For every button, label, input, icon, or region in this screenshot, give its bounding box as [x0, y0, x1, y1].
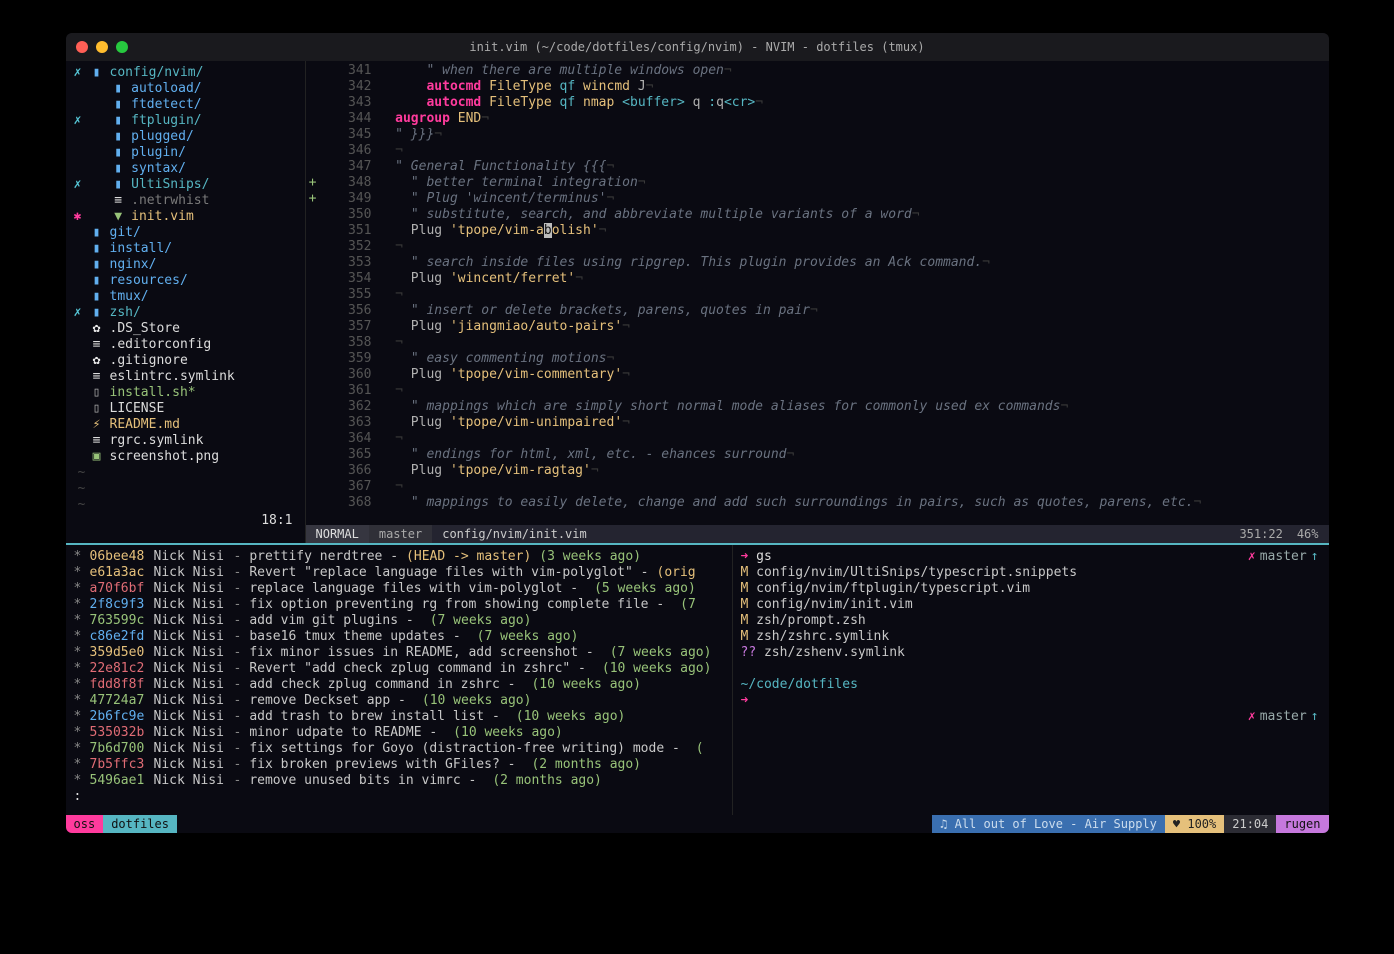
mode-indicator: NORMAL	[306, 525, 369, 543]
tree-item[interactable]: ✗▮config/nvim/	[72, 65, 299, 81]
tree-item[interactable]: ≡eslintrc.symlink	[72, 369, 299, 385]
tree-item[interactable]: ▯LICENSE	[72, 401, 299, 417]
code-line[interactable]: +348 " better terminal integration¬	[306, 175, 1329, 191]
git-status-file[interactable]: M config/nvim/ftplugin/typescript.vim	[741, 581, 1321, 597]
git-status-file[interactable]: M config/nvim/UltiSnips/typescript.snipp…	[741, 565, 1321, 581]
code-line[interactable]: 342 autocmd FileType qf wincmd J¬	[306, 79, 1329, 95]
tree-item[interactable]: ≡.editorconfig	[72, 337, 299, 353]
code-line[interactable]: 345 " }}}¬	[306, 127, 1329, 143]
git-log-entry[interactable]: *763599cNick Nisi-add vim git plugins - …	[74, 613, 724, 629]
code-line[interactable]: 364 ¬	[306, 431, 1329, 447]
titlebar: init.vim (~/code/dotfiles/config/nvim) -…	[66, 33, 1329, 61]
code-line[interactable]: 358 ¬	[306, 335, 1329, 351]
statusbar: NORMAL master config/nvim/init.vim 351:2…	[306, 525, 1329, 543]
cwd: ~/code/dotfiles	[741, 677, 1321, 693]
tree-item[interactable]: ✿.DS_Store	[72, 321, 299, 337]
code-line[interactable]: 360 Plug 'tpope/vim-commentary'¬	[306, 367, 1329, 383]
cursor-position: 351:22	[1239, 525, 1282, 543]
git-status-file[interactable]: ?? zsh/zshenv.symlink	[741, 645, 1321, 661]
git-log-entry[interactable]: *359d5e0Nick Nisi-fix minor issues in RE…	[74, 645, 724, 661]
code-line[interactable]: 343 autocmd FileType qf nmap <buffer> q …	[306, 95, 1329, 111]
tree-item[interactable]: ▣screenshot.png	[72, 449, 299, 465]
tree-item[interactable]: ≡rgrc.symlink	[72, 433, 299, 449]
workspace: ✗▮config/nvim/ ▮autoload/ ▮ftdetect/✗ ▮f…	[66, 61, 1329, 833]
git-status-file[interactable]: M zsh/zshrc.symlink	[741, 629, 1321, 645]
code-line[interactable]: 354 Plug 'wincent/ferret'¬	[306, 271, 1329, 287]
git-log-entry[interactable]: *fdd8f8fNick Nisi-add check zplug comman…	[74, 677, 724, 693]
prompt-line[interactable]: ➜ ✗master↑	[741, 693, 1321, 709]
code-line[interactable]: 353 " search inside files using ripgrep.…	[306, 255, 1329, 271]
tree-item[interactable]: ▮tmux/	[72, 289, 299, 305]
tree-item[interactable]: ▮autoload/	[72, 81, 299, 97]
git-log-entry[interactable]: *22e81c2Nick Nisi-Revert "add check zplu…	[74, 661, 724, 677]
code-line[interactable]: 355 ¬	[306, 287, 1329, 303]
code-line[interactable]: 347 " General Functionality {{{¬	[306, 159, 1329, 175]
tree-item[interactable]: ▮resources/	[72, 273, 299, 289]
code-line[interactable]: 363 Plug 'tpope/vim-unimpaired'¬	[306, 415, 1329, 431]
git-log-entry[interactable]: *06bee48Nick Nisi-prettify nerdtree - (H…	[74, 549, 724, 565]
code-line[interactable]: 361 ¬	[306, 383, 1329, 399]
git-log-entry[interactable]: *5496ae1Nick Nisi-remove unused bits in …	[74, 773, 724, 789]
tree-item[interactable]: ≡.netrwhist	[72, 193, 299, 209]
code-line[interactable]: 346 ¬	[306, 143, 1329, 159]
editor[interactable]: 341 " when there are multiple windows op…	[306, 61, 1329, 543]
terminal-window: init.vim (~/code/dotfiles/config/nvim) -…	[66, 33, 1329, 833]
tree-item[interactable]: ▮ftdetect/	[72, 97, 299, 113]
code-line[interactable]: 362 " mappings which are simply short no…	[306, 399, 1329, 415]
git-log-entry[interactable]: *47724a7Nick Nisi-remove Deckset app - (…	[74, 693, 724, 709]
code-line[interactable]: 365 " endings for html, xml, etc. - ehan…	[306, 447, 1329, 463]
git-log-entry[interactable]: *7b6d700Nick Nisi-fix settings for Goyo …	[74, 741, 724, 757]
tmux-window[interactable]: dotfiles	[103, 815, 177, 833]
git-log-entry[interactable]: *e61a3acNick Nisi-Revert "replace langua…	[74, 565, 724, 581]
code-line[interactable]: 366 Plug 'tpope/vim-ragtag'¬	[306, 463, 1329, 479]
scroll-percent: 46%	[1297, 525, 1319, 543]
code-line[interactable]: 344 augroup END¬	[306, 111, 1329, 127]
code-line[interactable]: 367 ¬	[306, 479, 1329, 495]
git-status-file[interactable]: M zsh/prompt.zsh	[741, 613, 1321, 629]
git-status-pane[interactable]: ➜ gs✗master↑ M config/nvim/UltiSnips/typ…	[733, 545, 1329, 815]
tree-item[interactable]: ▮install/	[72, 241, 299, 257]
tree-item[interactable]: ✗▮zsh/	[72, 305, 299, 321]
code-line[interactable]: +349 " Plug 'wincent/terminus'¬	[306, 191, 1329, 207]
code-line[interactable]: 352 ¬	[306, 239, 1329, 255]
tree-item[interactable]: ▮nginx/	[72, 257, 299, 273]
git-log-entry[interactable]: *a70f6bfNick Nisi-replace language files…	[74, 581, 724, 597]
tmux-statusbar: oss dotfiles ♫ All out of Love - Air Sup…	[66, 815, 1329, 833]
tree-item[interactable]: ▮plugged/	[72, 129, 299, 145]
window-title: init.vim (~/code/dotfiles/config/nvim) -…	[66, 40, 1329, 54]
git-log-entry[interactable]: *535032bNick Nisi-minor udpate to README…	[74, 725, 724, 741]
code-line[interactable]: 357 Plug 'jiangmiao/auto-pairs'¬	[306, 319, 1329, 335]
tree-item[interactable]: ✗ ▮ftplugin/	[72, 113, 299, 129]
file-tree[interactable]: ✗▮config/nvim/ ▮autoload/ ▮ftdetect/✗ ▮f…	[66, 61, 306, 543]
tmux-session[interactable]: oss	[66, 815, 104, 833]
tree-item[interactable]: ⚡README.md	[72, 417, 299, 433]
tree-item[interactable]: ▮plugin/	[72, 145, 299, 161]
code-line[interactable]: 341 " when there are multiple windows op…	[306, 63, 1329, 79]
code-line[interactable]: 351 Plug 'tpope/vim-abolish'¬	[306, 223, 1329, 239]
tree-item[interactable]: ✿.gitignore	[72, 353, 299, 369]
tree-item[interactable]: ▮syntax/	[72, 161, 299, 177]
tree-item[interactable]: ▯install.sh*	[72, 385, 299, 401]
code-line[interactable]: 368 " mappings to easily delete, change …	[306, 495, 1329, 511]
tree-item[interactable]: ▮git/	[72, 225, 299, 241]
prompt-line: ➜ gs✗master↑	[741, 549, 1321, 565]
file-path: config/nvim/init.vim	[432, 525, 1215, 543]
now-playing: ♫ All out of Love - Air Supply	[932, 815, 1165, 833]
code-line[interactable]: 359 " easy commenting motions¬	[306, 351, 1329, 367]
battery-indicator: ♥ 100%	[1165, 815, 1224, 833]
code-line[interactable]: 350 " substitute, search, and abbreviate…	[306, 207, 1329, 223]
git-log-pane[interactable]: *06bee48Nick Nisi-prettify nerdtree - (H…	[66, 545, 733, 815]
clock: 21:04	[1224, 815, 1276, 833]
tree-item[interactable]: ✱ ▼init.vim	[72, 209, 299, 225]
tree-status: 18:1	[72, 513, 299, 529]
git-log-entry[interactable]: *c86e2fdNick Nisi-base16 tmux theme upda…	[74, 629, 724, 645]
git-status-file[interactable]: M config/nvim/init.vim	[741, 597, 1321, 613]
git-log-entry[interactable]: *7b5ffc3Nick Nisi-fix broken previews wi…	[74, 757, 724, 773]
tree-item[interactable]: ✗ ▮UltiSnips/	[72, 177, 299, 193]
git-log-entry[interactable]: *2f8c9f3Nick Nisi-fix option preventing …	[74, 597, 724, 613]
branch-indicator: master	[369, 525, 432, 543]
code-line[interactable]: 356 " insert or delete brackets, parens,…	[306, 303, 1329, 319]
git-log-entry[interactable]: *2b6fc9eNick Nisi-add trash to brew inst…	[74, 709, 724, 725]
hostname: rugen	[1276, 815, 1328, 833]
